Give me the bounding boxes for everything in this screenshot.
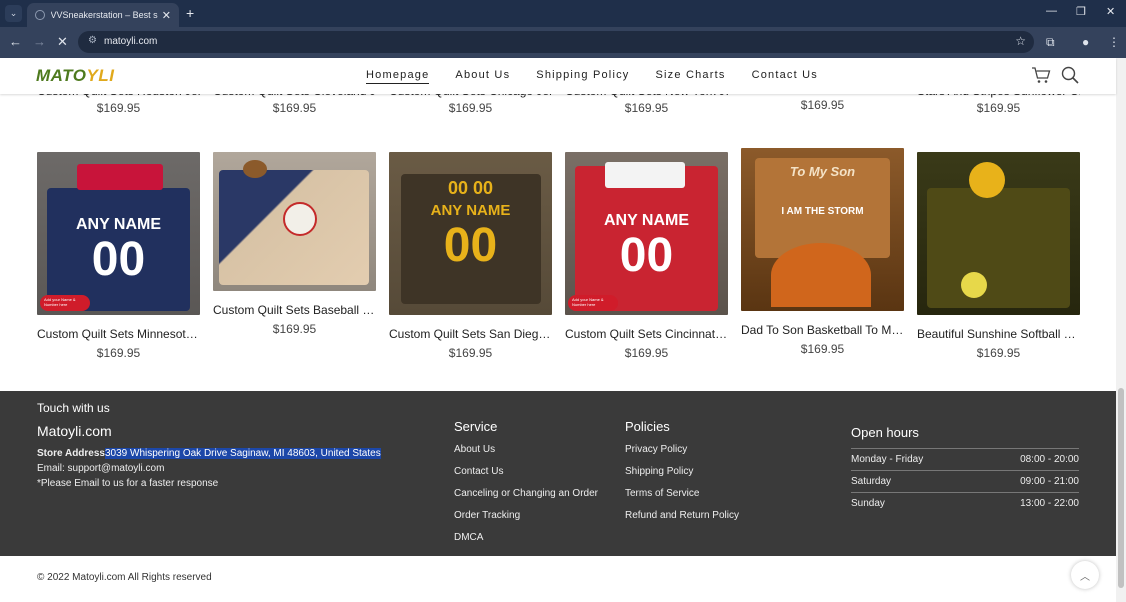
tab-close-icon[interactable]: ✕ [162,9,171,22]
product-name[interactable]: Custom Quilt Sets Cincinnati Jers... [565,327,728,341]
product-price: $169.95 [448,346,493,360]
product-name[interactable]: Custom Quilt Sets San Diego Jer... [389,327,552,341]
tab-favicon-icon [35,10,45,20]
product-image[interactable] [213,152,376,291]
hours-time: 09:00 - 21:00 [1020,476,1079,487]
footer-touch-heading: Touch with us [37,401,110,415]
hours-row: Monday - Friday 08:00 - 20:00 [851,448,1079,470]
hours-row: Sunday 13:00 - 22:00 [851,492,1079,514]
scrollbar-thumb[interactable] [1118,388,1124,588]
main-nav: Homepage About Us Shipping Policy Size C… [366,69,844,84]
nav-size-charts[interactable]: Size Charts [656,69,726,84]
product-price: $169.95 [624,346,669,360]
stop-loading-icon[interactable]: ✕ [57,34,68,50]
restore-icon[interactable]: ❐ [1076,5,1086,18]
product-price: $169.95 [272,322,317,336]
nav-contact-us[interactable]: Contact Us [752,69,818,84]
site-info-icon[interactable]: ⚙ [88,35,97,46]
product-price: $169.95 [96,346,141,360]
product-price: $169.95 [800,342,845,356]
footer-email: Email: support@matoyli.com [37,463,165,474]
product-price: $169.95 [624,101,669,115]
policy-link-shipping[interactable]: Shipping Policy [625,466,693,477]
hours-day: Monday - Friday [851,454,924,465]
address-label: Store Address : [37,448,112,459]
policy-link-refund[interactable]: Refund and Return Policy [625,510,739,521]
product-price: $169.95 [800,98,845,112]
window-close-icon[interactable]: ✕ [1106,5,1115,18]
product-price: $169.95 [976,101,1021,115]
service-heading: Service [454,419,498,434]
nav-about-us[interactable]: About Us [455,69,510,84]
footer-brand: Matoyli.com [37,423,112,439]
hours-time: 13:00 - 22:00 [1020,498,1079,509]
service-link-tracking[interactable]: Order Tracking [454,510,520,521]
product-name[interactable]: Custom Quilt Sets Minnesota Jer... [37,327,200,341]
service-link-contact[interactable]: Contact Us [454,466,503,477]
service-link-about[interactable]: About Us [454,444,495,455]
product-price: $169.95 [96,101,141,115]
bookmark-star-icon[interactable]: ☆ [1015,34,1026,48]
cart-icon[interactable] [1031,66,1051,84]
hours-day: Saturday [851,476,892,487]
copyright-bar: © 2022 Matoyli.com All Rights reserved ︿ [0,556,1116,602]
search-icon[interactable] [1061,66,1079,84]
back-icon[interactable]: ← [9,34,22,49]
product-grid: Custom Quilt Sets Houston Jerse... $169.… [0,58,1116,391]
browser-tab[interactable]: VVSneakerstation – Best sneake ✕ [27,3,179,27]
product-name[interactable]: Custom Quilt Sets Baseball Playe... [213,303,376,317]
profile-icon[interactable]: ● [1082,35,1089,49]
tab-search-chevron-icon[interactable]: ⌄ [5,5,22,22]
chevron-up-icon[interactable]: ︿ [1071,561,1099,589]
copyright-text: © 2022 Matoyli.com All Rights reserved [37,572,212,583]
store-address: 3039 Whispering Oak Drive Saginaw, MI 48… [105,448,381,459]
site-header: MATOYLI Homepage About Us Shipping Polic… [0,58,1116,94]
address-url[interactable]: matoyli.com [104,36,157,47]
product-image[interactable] [917,152,1080,315]
extensions-icon[interactable]: ⧉ [1046,35,1055,50]
product-image[interactable]: ANY NAME 00 Add your Name & Number here [37,152,200,315]
product-image[interactable]: To My Son I AM THE STORM [741,148,904,311]
hours-time: 08:00 - 20:00 [1020,454,1079,465]
hours-row: Saturday 09:00 - 21:00 [851,470,1079,492]
policies-heading: Policies [625,419,670,434]
policy-link-privacy[interactable]: Privacy Policy [625,444,687,455]
service-link-cancel[interactable]: Canceling or Changing an Order [454,488,598,499]
site-footer: Touch with us Matoyli.com Store Address … [0,391,1116,556]
minimize-icon[interactable]: — [1046,5,1057,17]
product-price: $169.95 [272,101,317,115]
nav-homepage[interactable]: Homepage [366,69,430,84]
product-name[interactable]: Beautiful Sunshine Softball You ... [917,327,1080,341]
hours-heading: Open hours [851,425,919,440]
hours-day: Sunday [851,498,885,509]
address-bar[interactable]: ⚙ matoyli.com ☆ [78,31,1034,53]
product-image[interactable]: ANY NAME 00 Add your Name & Number here [565,152,728,315]
product-price: $169.95 [976,346,1021,360]
browser-menu-icon[interactable]: ⋮ [1108,35,1120,49]
forward-icon[interactable]: → [33,34,46,49]
product-price: $169.95 [448,101,493,115]
new-tab-icon[interactable]: + [186,5,194,21]
policy-link-terms[interactable]: Terms of Service [625,488,699,499]
service-link-dmca[interactable]: DMCA [454,532,483,543]
product-image[interactable]: 00 00 ANY NAME 00 [389,152,552,315]
nav-shipping-policy[interactable]: Shipping Policy [536,69,629,84]
browser-tab-strip: ⌄ VVSneakerstation – Best sneake ✕ + — ❐… [0,0,1126,27]
site-logo[interactable]: MATOYLI [36,66,114,86]
product-name[interactable]: Dad To Son Basketball To My So... [741,323,904,337]
footer-note: *Please Email to us for a faster respons… [37,478,219,489]
tab-title: VVSneakerstation – Best sneake [50,10,158,20]
